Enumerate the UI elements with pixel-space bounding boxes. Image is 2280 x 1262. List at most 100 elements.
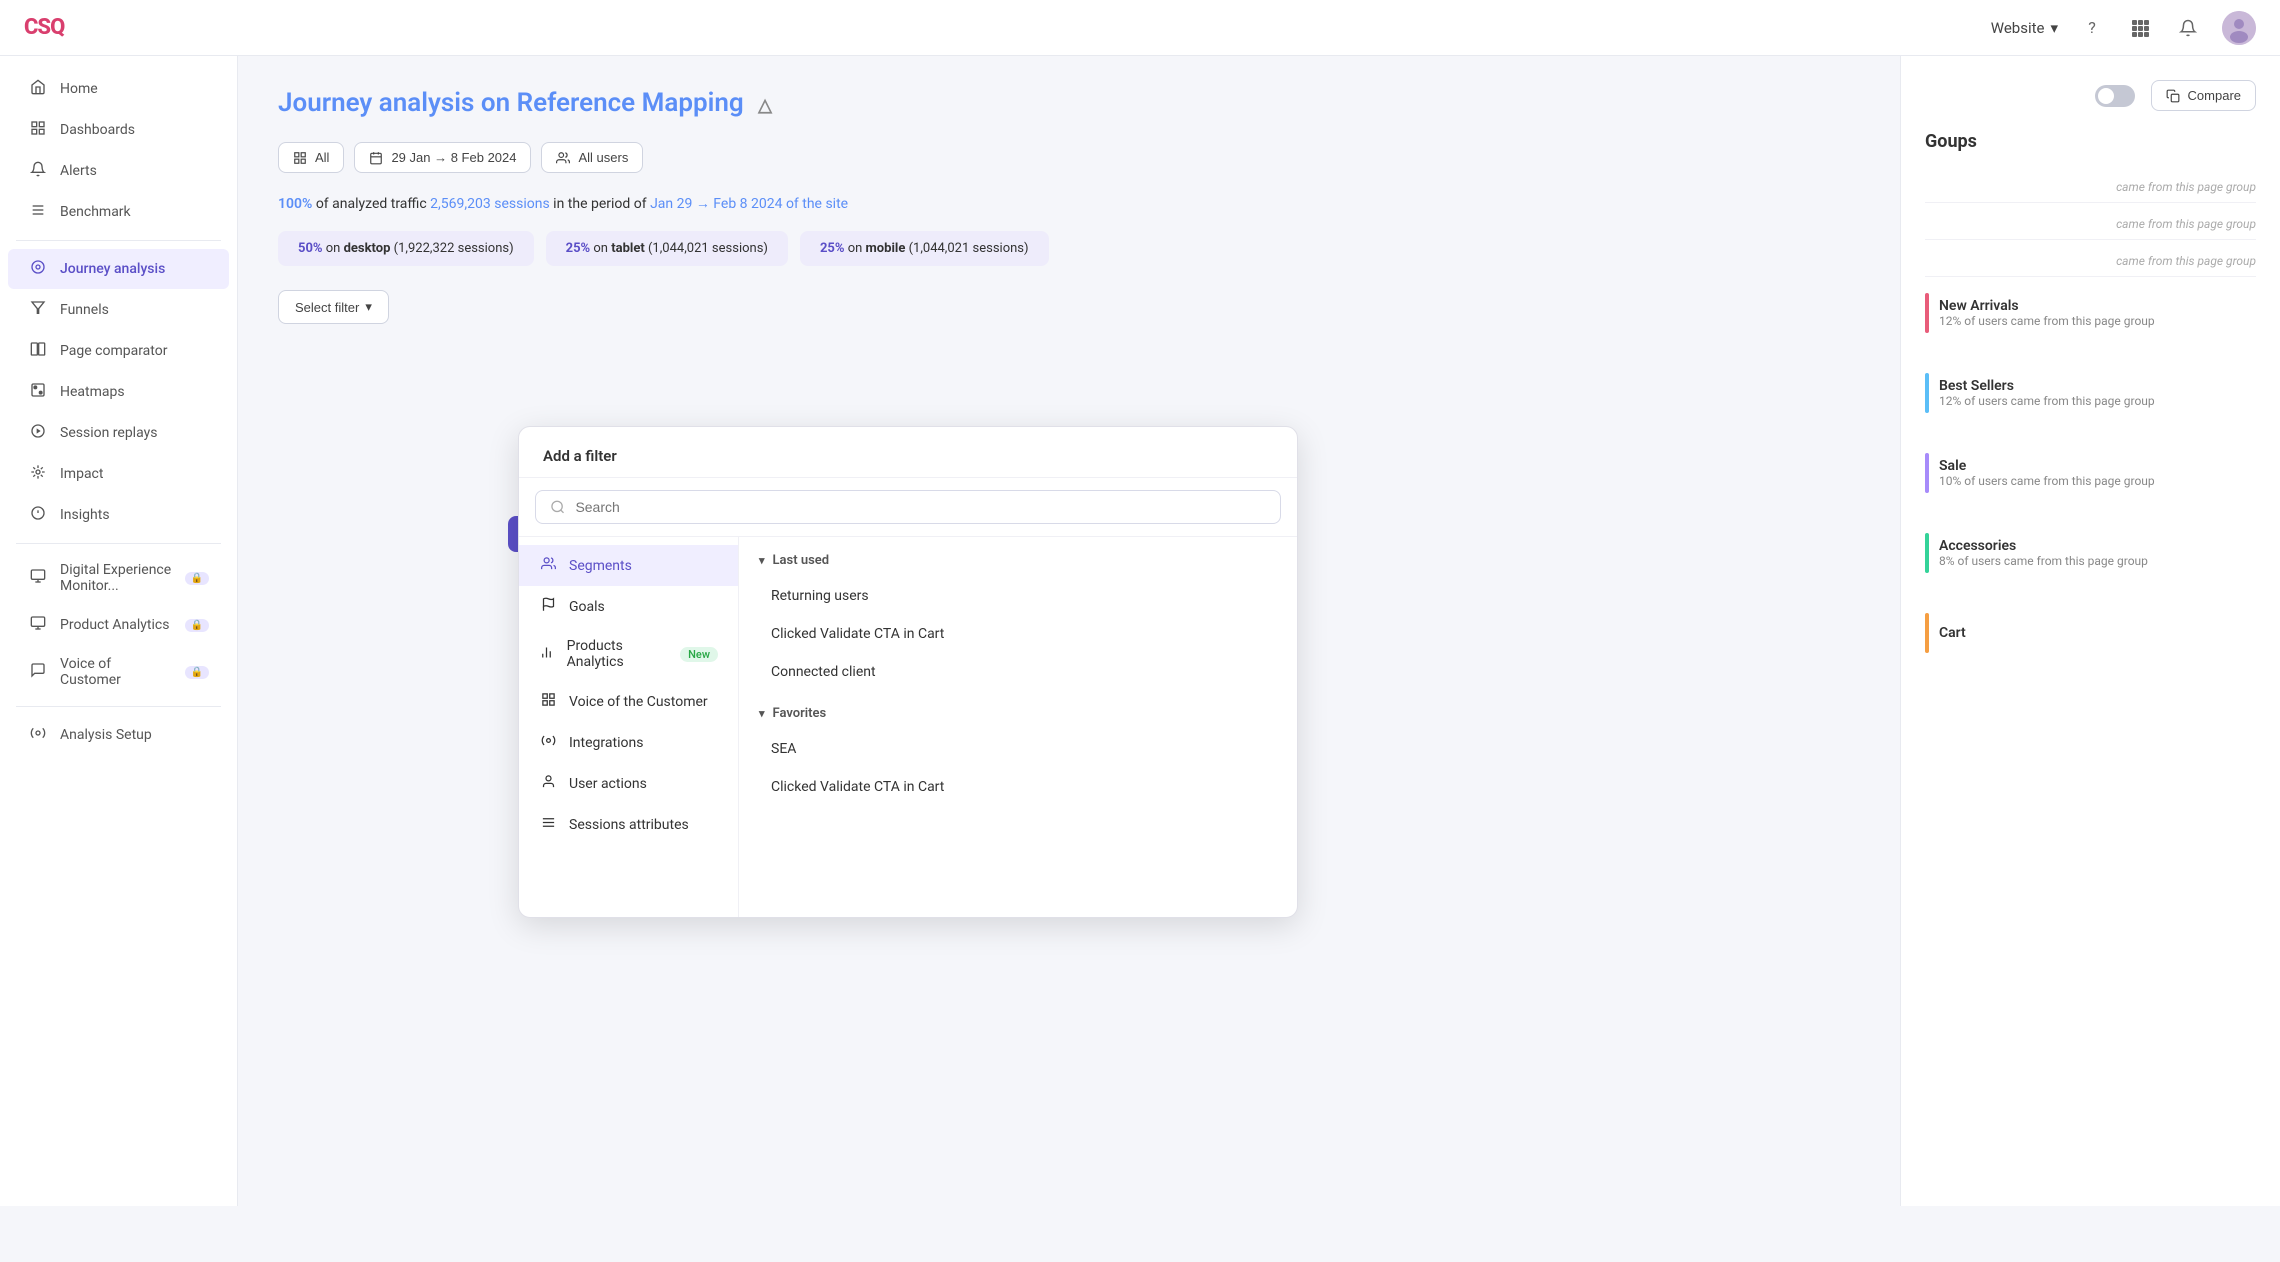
top-navigation: CSQ Website ▾ ?	[0, 0, 2280, 56]
dropdown-item-label: Sessions attributes	[569, 817, 689, 833]
select-filter-button[interactable]: Select filter ▾	[278, 290, 389, 324]
mobile-on: on	[848, 241, 863, 256]
dropdown-right-item-sea[interactable]: SEA	[759, 731, 1277, 767]
pg-desc-new-arrivals: 12% of users came from this page group	[1939, 314, 2155, 328]
sidebar-item-voice-of-customer[interactable]: Voice of Customer 🔒	[8, 646, 229, 698]
dropdown-item-user-actions[interactable]: User actions	[519, 763, 738, 804]
journey-analysis-icon	[28, 259, 48, 279]
dropdown-item-goals[interactable]: Goals	[519, 586, 738, 627]
date-filter-label: 29 Jan → 8 Feb 2024	[391, 150, 516, 165]
pg-item-new-arrivals: New Arrivals 12% of users came from this…	[1925, 283, 2256, 347]
pg-item-accessories: Accessories 8% of users came from this p…	[1925, 523, 2256, 587]
search-icon	[550, 499, 565, 515]
pg-partial-1: came from this page group	[1925, 172, 2256, 203]
sidebar-item-digital-experience[interactable]: Digital Experience Monitor... 🔒	[8, 552, 229, 604]
sidebar-item-label: Page comparator	[60, 343, 167, 359]
select-filter-label: Select filter	[295, 300, 359, 315]
dropdown-right-item-clicked-validate2[interactable]: Clicked Validate CTA in Cart	[759, 769, 1277, 805]
help-icon[interactable]: ?	[2078, 14, 2106, 42]
users-filter-button[interactable]: All users	[541, 142, 643, 173]
sidebar-item-home[interactable]: Home	[8, 69, 229, 109]
sidebar-divider	[16, 240, 221, 241]
all-filter-button[interactable]: All	[278, 142, 344, 173]
sidebar-item-label: Heatmaps	[60, 384, 125, 400]
sidebar-item-label: Analysis Setup	[60, 727, 152, 743]
pg-item-cart: Cart	[1925, 603, 2256, 667]
sidebar-item-analysis-setup[interactable]: Analysis Setup	[8, 715, 229, 755]
sidebar-item-impact[interactable]: Impact	[8, 454, 229, 494]
sidebar-item-alerts[interactable]: Alerts	[8, 151, 229, 191]
sidebar-item-insights[interactable]: Insights	[8, 495, 229, 535]
compare-button[interactable]: Compare	[2151, 80, 2256, 111]
pg-partial-text-3: came from this page group	[1925, 254, 2256, 268]
item-label: Returning users	[771, 588, 869, 604]
pg-bar-best-sellers	[1925, 373, 1929, 413]
pg-item-best-sellers: Best Sellers 12% of users came from this…	[1925, 363, 2256, 427]
pg-bar-sale	[1925, 453, 1929, 493]
dropdown-item-products-analytics[interactable]: Products Analytics New	[519, 627, 738, 681]
search-input[interactable]	[575, 499, 1266, 515]
dropdown-search-inner	[535, 490, 1281, 524]
user-avatar[interactable]	[2222, 11, 2256, 45]
dropdown-left-panel: Segments Goals Products Analytics New	[519, 537, 739, 917]
sidebar-item-label: Voice of Customer	[60, 656, 173, 688]
page-title-link[interactable]: Reference Mapping	[517, 88, 744, 118]
website-selector[interactable]: Website ▾	[1991, 19, 2058, 37]
pg-partial-text-1: came from this page group	[1925, 180, 2256, 194]
pg-name-new-arrivals: New Arrivals	[1939, 298, 2155, 314]
products-analytics-icon	[539, 645, 555, 664]
dropdown-item-integrations[interactable]: Integrations	[519, 722, 738, 763]
page-groups-title: Goups	[1925, 131, 2256, 152]
sidebar-item-journey-analysis[interactable]: Journey analysis	[8, 249, 229, 289]
dropdown-right-item-connected[interactable]: Connected client	[759, 654, 1277, 690]
website-label: Website	[1991, 19, 2045, 37]
sidebar-item-heatmaps[interactable]: Heatmaps	[8, 372, 229, 412]
sidebar-item-label: Impact	[60, 466, 103, 482]
new-badge: New	[680, 647, 718, 662]
item-label: Connected client	[771, 664, 876, 680]
dropdown-item-sessions-attributes[interactable]: Sessions attributes	[519, 804, 738, 845]
toggle-knob	[2098, 88, 2114, 104]
digital-experience-icon	[28, 568, 48, 588]
tablet-on: on	[593, 241, 608, 256]
sidebar-item-product-analytics[interactable]: Product Analytics 🔒	[8, 605, 229, 645]
dropdown-item-voice-customer[interactable]: Voice of the Customer	[519, 681, 738, 722]
compare-label: Compare	[2188, 88, 2241, 103]
sidebar-item-session-replays[interactable]: Session replays	[8, 413, 229, 453]
item-label: Clicked Validate CTA in Cart	[771, 779, 944, 795]
dropdown-item-segments[interactable]: Segments	[519, 545, 738, 586]
right-panel: Compare Goups came from this page group …	[1900, 56, 2280, 1206]
dropdown-right-item-returning[interactable]: Returning users	[759, 578, 1277, 614]
sidebar-item-dashboards[interactable]: Dashboards	[8, 110, 229, 150]
sidebar-item-benchmark[interactable]: Benchmark	[8, 192, 229, 232]
device-pill-tablet: 25% on tablet (1,044,021 sessions)	[546, 231, 788, 266]
pg-desc-sale: 10% of users came from this page group	[1939, 474, 2155, 488]
dropdown-item-label: Products Analytics	[567, 638, 668, 670]
sidebar-item-funnels[interactable]: Funnels	[8, 290, 229, 330]
mobile-sessions: (1,044,021 sessions)	[909, 241, 1029, 256]
main-content: Journey analysis on Reference Mapping △ …	[238, 56, 2280, 1206]
dropdown-right-item-clicked-validate[interactable]: Clicked Validate CTA in Cart	[759, 616, 1277, 652]
grid-icon[interactable]	[2126, 14, 2154, 42]
toggle-switch[interactable]	[2095, 85, 2135, 107]
pg-partial-text-2: came from this page group	[1925, 217, 2256, 231]
desktop-sessions: (1,922,322 sessions)	[394, 241, 514, 256]
dropdown-body: Segments Goals Products Analytics New	[519, 537, 1297, 917]
sidebar: Home Dashboards Alerts Benchmark Journey…	[0, 56, 238, 1206]
user-actions-icon	[539, 774, 557, 793]
last-used-label: Last used	[773, 553, 830, 568]
traffic-sessions[interactable]: 2,569,203 sessions	[430, 196, 550, 212]
tablet-name: tablet	[611, 241, 645, 256]
traffic-date[interactable]: Jan 29 → Feb 8 2024 of the site	[650, 196, 848, 212]
integrations-icon	[539, 733, 557, 752]
insights-icon	[28, 505, 48, 525]
notifications-icon[interactable]	[2174, 14, 2202, 42]
sidebar-item-page-comparator[interactable]: Page comparator	[8, 331, 229, 371]
date-filter-button[interactable]: 29 Jan → 8 Feb 2024	[354, 142, 531, 173]
last-used-header[interactable]: ▾ Last used	[759, 553, 1277, 568]
favorites-header[interactable]: ▾ Favorites	[759, 706, 1277, 721]
funnels-icon	[28, 300, 48, 320]
sidebar-item-label: Digital Experience Monitor...	[60, 562, 173, 594]
chevron-down-icon: ▾	[2050, 19, 2058, 37]
sidebar-divider-3	[16, 706, 221, 707]
